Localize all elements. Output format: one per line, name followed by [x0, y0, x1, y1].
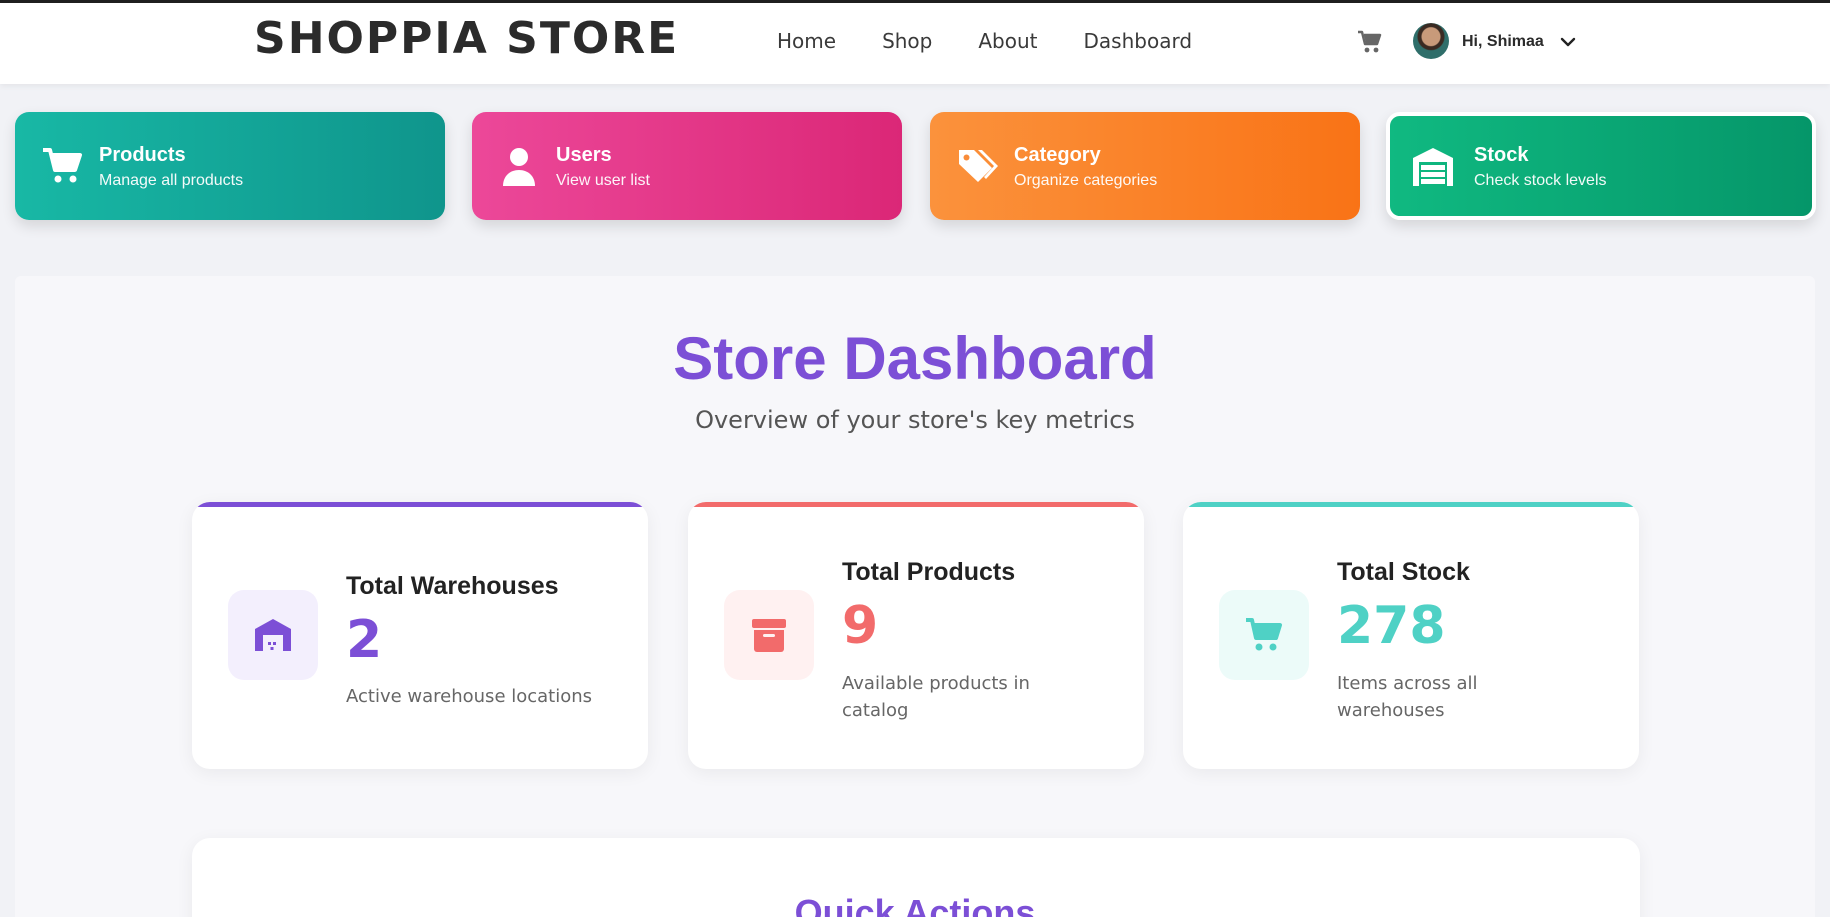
stat-card-products [688, 502, 1144, 769]
stat-title: Total Warehouses [346, 572, 559, 600]
stat-value: 2 [346, 610, 383, 670]
card-subtitle: View user list [556, 172, 650, 189]
user-icon [503, 148, 535, 186]
stat-icon-box [228, 590, 318, 680]
stat-description: Active warehouse locations [346, 686, 593, 707]
page-subtitle: Overview of your store's key metrics [695, 406, 1135, 434]
nav-link-shop[interactable]: Shop [882, 29, 932, 53]
stat-description: Available products in catalog [842, 673, 1030, 721]
card-subtitle: Organize categories [1014, 172, 1158, 189]
page-title: Store Dashboard [673, 325, 1157, 392]
stat-title: Total Products [842, 558, 1016, 586]
user-greeting[interactable]: Hi, Shimaa [1462, 33, 1544, 51]
users-card[interactable]: Users View user list [472, 112, 902, 220]
card-title: Category [1014, 144, 1101, 166]
stat-card-warehouses [192, 502, 648, 769]
products-card[interactable]: Products Manage all products [15, 112, 445, 220]
card-title: Stock [1474, 144, 1529, 166]
chevron-down-icon[interactable] [1560, 36, 1576, 48]
nav-link-home[interactable]: Home [777, 29, 836, 53]
nav-link-dashboard[interactable]: Dashboard [1084, 29, 1193, 53]
accent-bar [688, 502, 1144, 507]
archive-icon [752, 619, 786, 652]
stat-title: Total Stock [1337, 558, 1470, 586]
accent-bar [1183, 502, 1639, 507]
cart-icon [43, 148, 82, 183]
accent-bar [192, 502, 648, 507]
stat-value: 278 [1337, 596, 1446, 656]
quick-actions-title: Quick Actions [794, 892, 1036, 917]
cart-icon[interactable] [1357, 30, 1383, 54]
card-title: Products [99, 144, 186, 166]
cart-icon [1246, 618, 1282, 651]
card-subtitle: Manage all products [99, 172, 244, 189]
card-title: Users [556, 144, 612, 166]
warehouse-icon [1413, 148, 1453, 186]
stock-card[interactable]: Stock Check stock levels [1386, 112, 1816, 220]
stat-description: Items across all warehouses [1337, 673, 1478, 721]
stat-icon-box [1219, 590, 1309, 680]
brand-logo[interactable]: SHOPPIA STORE [254, 13, 679, 64]
category-card[interactable]: Category Organize categories [930, 112, 1360, 220]
user-avatar[interactable] [1413, 23, 1449, 59]
card-subtitle: Check stock levels [1474, 172, 1607, 189]
nav-links: Home Shop About Dashboard [777, 29, 1238, 53]
tags-icon [959, 150, 998, 182]
nav-link-about[interactable]: About [978, 29, 1037, 53]
warehouse-icon [255, 619, 291, 651]
top-navbar: SHOPPIA STORE Home Shop About Dashboard … [0, 0, 1830, 84]
stat-value: 9 [842, 596, 879, 656]
stat-icon-box [724, 590, 814, 680]
